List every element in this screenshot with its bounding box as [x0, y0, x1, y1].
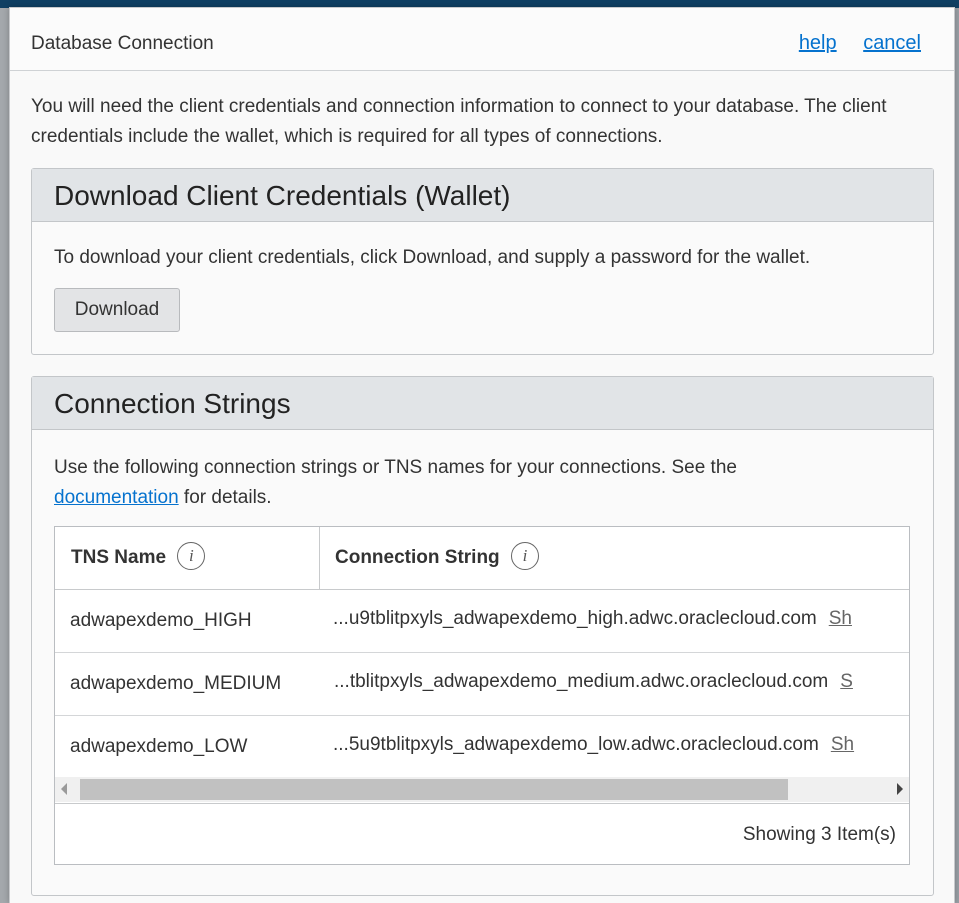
table-row[interactable]: adwapexdemo_HIGH ...u9tblitpxyls_adwapex…: [55, 590, 909, 653]
scroll-left-arrow-icon[interactable]: [61, 783, 67, 795]
column-header-tns-name-label: TNS Name: [71, 547, 167, 568]
intro-text: You will need the client credentials and…: [31, 96, 887, 147]
download-button[interactable]: Download: [54, 288, 180, 332]
download-credentials-heading: Download Client Credentials (Wallet): [32, 169, 933, 222]
show-link[interactable]: Sh: [829, 608, 852, 629]
table-row[interactable]: adwapexdemo_LOW ...5u9tblitpxyls_adwapex…: [55, 716, 909, 779]
connection-strings-table: TNS Name i Connection String i adwapexde…: [54, 526, 910, 865]
connection-string-value: ...tblitpxyls_adwapexdemo_medium.adwc.or…: [334, 671, 829, 692]
column-divider[interactable]: [319, 527, 320, 590]
connection-strings-text: Use the following connection strings or …: [54, 453, 914, 513]
connection-strings-text-before: Use the following connection strings or …: [54, 457, 737, 478]
tns-name-cell: adwapexdemo_MEDIUM: [70, 673, 282, 694]
tns-name-cell: adwapexdemo_HIGH: [70, 610, 252, 631]
item-count-text: Showing 3 Item(s): [742, 824, 896, 845]
scroll-thumb[interactable]: [80, 779, 788, 800]
cancel-link[interactable]: cancel: [863, 32, 921, 54]
table-row[interactable]: adwapexdemo_MEDIUM ...tblitpxyls_adwapex…: [55, 653, 909, 716]
info-icon[interactable]: i: [177, 541, 206, 570]
connection-string-cell: ...5u9tblitpxyls_adwapexdemo_low.adwc.or…: [333, 734, 854, 756]
connection-strings-panel: Connection Strings Use the following con…: [31, 376, 934, 896]
connection-string-cell: ...tblitpxyls_adwapexdemo_medium.adwc.or…: [334, 671, 853, 693]
backdrop-left: [0, 8, 9, 903]
table-footer: Showing 3 Item(s): [55, 803, 909, 864]
download-credentials-text: To download your client credentials, cli…: [54, 247, 811, 268]
column-header-connection-string-label: Connection String: [335, 547, 500, 568]
header-links: help cancel: [799, 32, 921, 55]
show-link[interactable]: Sh: [831, 734, 854, 755]
column-header-tns-name[interactable]: TNS Name i: [71, 527, 206, 590]
column-header-connection-string[interactable]: Connection String i: [335, 527, 539, 590]
connection-string-value: ...5u9tblitpxyls_adwapexdemo_low.adwc.or…: [333, 734, 819, 755]
dialog-title: Database Connection: [31, 33, 214, 54]
connection-string-cell: ...u9tblitpxyls_adwapexdemo_high.adwc.or…: [333, 608, 852, 630]
dialog-header: Database Connection help cancel: [10, 8, 954, 71]
connection-strings-text-after: for details.: [178, 487, 272, 508]
documentation-link[interactable]: documentation: [54, 487, 179, 508]
help-link[interactable]: help: [799, 32, 837, 54]
download-credentials-panel: Download Client Credentials (Wallet) To …: [31, 168, 934, 355]
horizontal-scrollbar[interactable]: [55, 777, 909, 802]
table-header: TNS Name i Connection String i: [55, 527, 909, 590]
database-connection-dialog: Database Connection help cancel You will…: [9, 7, 955, 903]
connection-strings-heading: Connection Strings: [32, 377, 933, 430]
scroll-right-arrow-icon[interactable]: [897, 783, 903, 795]
show-link[interactable]: S: [840, 671, 853, 692]
info-icon[interactable]: i: [510, 541, 539, 570]
tns-name-cell: adwapexdemo_LOW: [70, 736, 248, 757]
connection-string-value: ...u9tblitpxyls_adwapexdemo_high.adwc.or…: [333, 608, 817, 629]
